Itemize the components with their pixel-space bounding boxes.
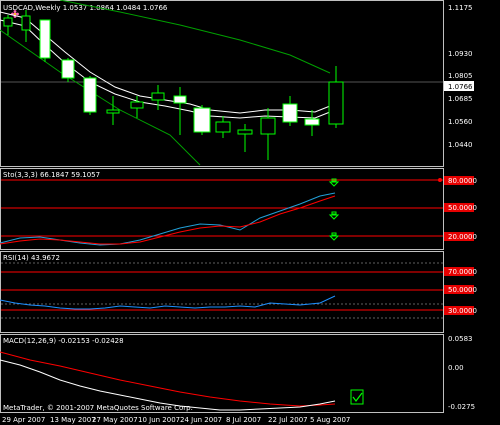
rsi-level-label: 30.0000	[448, 307, 477, 315]
stoch-level-label: 80.0000	[448, 177, 477, 185]
candle	[260, 117, 276, 135]
current-price: 1.0766	[448, 83, 473, 91]
candle	[237, 129, 253, 135]
price-label: 1.0560	[448, 118, 473, 126]
main-panel-frame	[0, 0, 444, 167]
rsi-header: RSI(14) 43.9672	[3, 254, 60, 262]
macd-scale-label: -0.0275	[448, 403, 475, 411]
candle	[61, 59, 75, 79]
x-axis-label: 10 Jun 2007	[138, 416, 180, 424]
stoch-panel-frame	[0, 168, 444, 250]
down-arrow-icon	[328, 232, 340, 241]
candle	[21, 15, 31, 31]
macd-scale-label: 0.00	[448, 364, 464, 372]
candle	[328, 81, 344, 125]
x-axis-label: 27 May 2007	[92, 416, 138, 424]
candle	[193, 107, 211, 133]
price-label: 1.0440	[448, 141, 473, 149]
checkmark-icon	[350, 389, 364, 405]
candle	[304, 118, 320, 126]
rsi-level-label: 50.0000	[448, 286, 477, 294]
macd-scale-label: 0.0583	[448, 335, 473, 343]
macd-signal-line	[0, 351, 336, 407]
candle	[282, 103, 298, 123]
candle	[173, 95, 187, 104]
stoch-header: Sto(3,3,3) 66.1847 59.1057	[3, 171, 100, 179]
ma-slow-lower-line	[0, 29, 201, 166]
price-label: 1.0930	[448, 50, 473, 58]
x-axis: 29 Apr 2007 13 May 2007 27 May 2007 10 J…	[2, 416, 350, 424]
rsi-panel-frame	[0, 251, 444, 333]
macd-main-line	[0, 359, 336, 411]
stoch-marker	[438, 178, 442, 182]
candle	[106, 109, 120, 114]
rsi-line	[0, 295, 336, 310]
x-axis-label: 22 Jul 2007	[268, 416, 308, 424]
price-label: 1.1175	[448, 4, 473, 12]
candle	[151, 92, 165, 101]
stoch-main-line	[0, 192, 336, 246]
x-axis-label: 24 Jun 2007	[180, 416, 222, 424]
candles	[3, 10, 344, 160]
price-label: 1.0685	[448, 95, 473, 103]
price-label: 1.0805	[448, 72, 473, 80]
x-axis-label: 13 May 2007	[50, 416, 96, 424]
candle	[39, 19, 51, 59]
rsi-level-label: 70.0000	[448, 268, 477, 276]
copyright: MetaTrader, © 2001-2007 MetaQuotes Softw…	[3, 404, 193, 412]
candle	[215, 121, 231, 133]
candle	[83, 77, 97, 113]
stoch-level-label: 50.0000	[448, 204, 477, 212]
candle	[130, 101, 144, 109]
macd-header: MACD(12,26,9) -0.02153 -0.02428	[3, 337, 124, 345]
x-axis-label: 29 Apr 2007	[2, 416, 45, 424]
stoch-level-label: 20.0000	[448, 233, 477, 241]
macd-panel-frame	[0, 334, 444, 413]
chart-window[interactable]: USDCAD,Weekly 1.0537 1.0864 1.0484 1.076…	[0, 0, 500, 425]
candle	[3, 17, 13, 27]
stoch-signal-line	[0, 195, 336, 245]
x-axis-label: 8 Jul 2007	[226, 416, 261, 424]
x-axis-label: 5 Aug 2007	[310, 416, 350, 424]
down-arrow-icon	[328, 211, 340, 220]
